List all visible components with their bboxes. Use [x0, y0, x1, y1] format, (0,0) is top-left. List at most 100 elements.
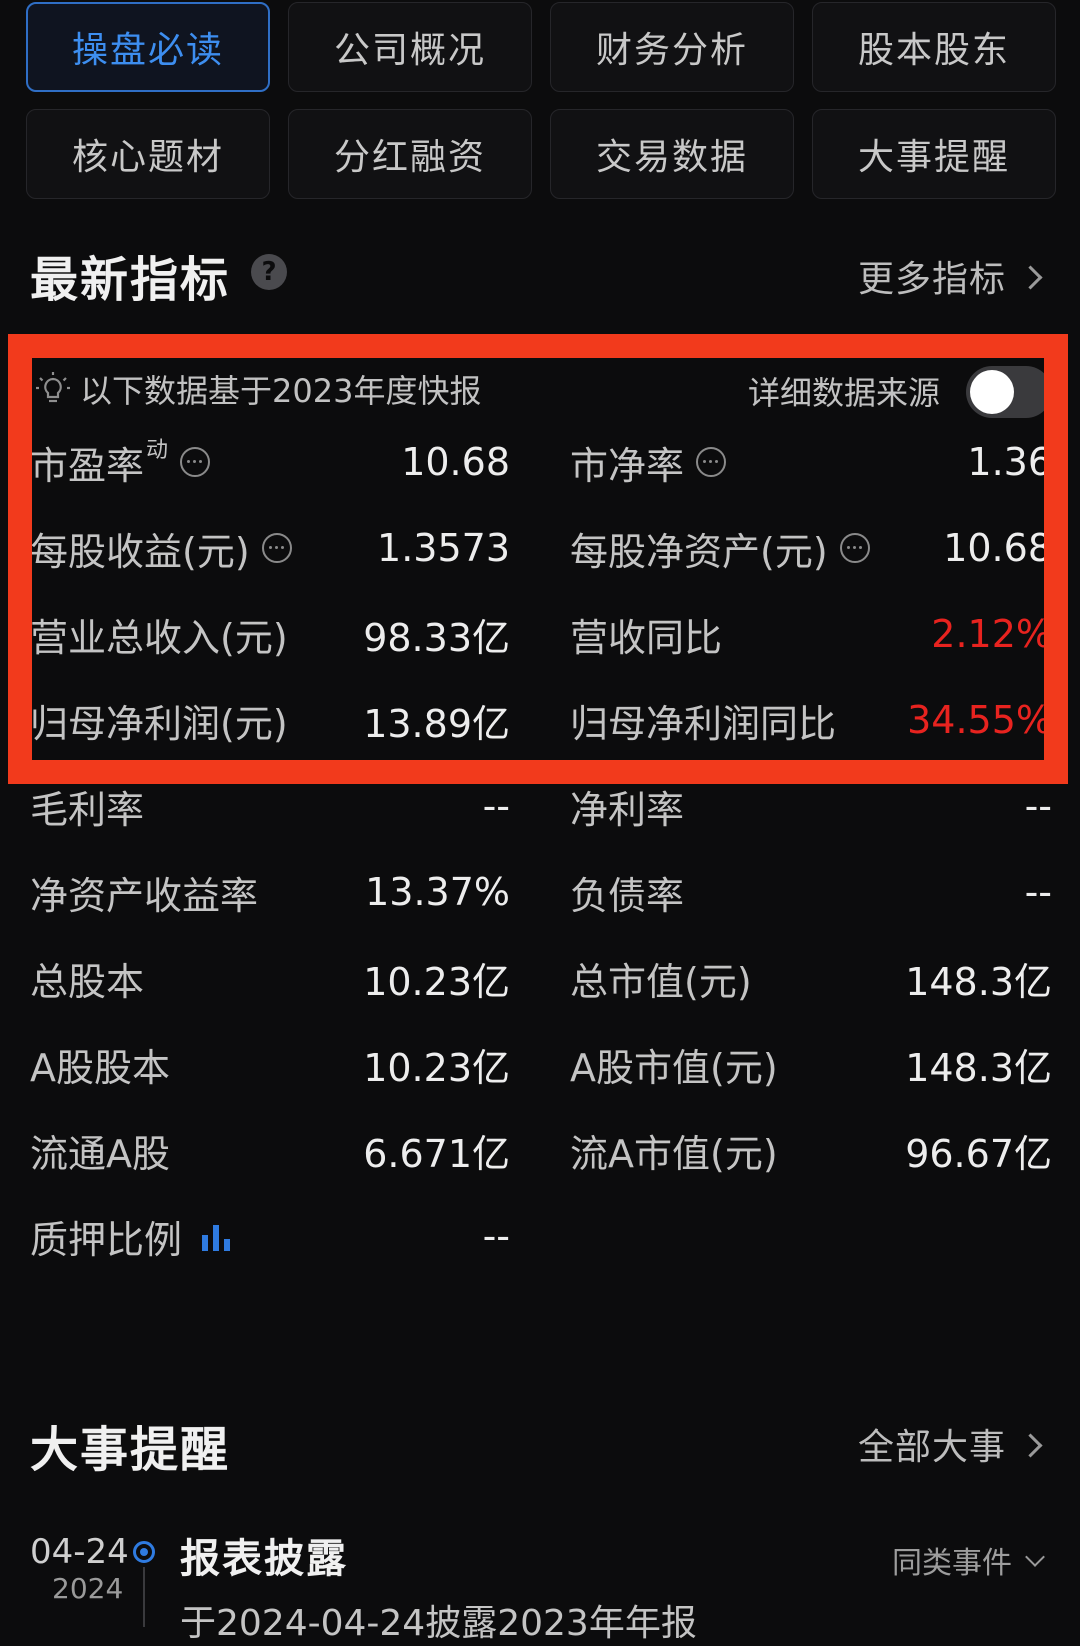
metric-value: 2.12% — [931, 612, 1052, 656]
tab-financial-analysis[interactable]: 财务分析 — [550, 2, 794, 92]
similar-events-button[interactable]: 同类事件 — [892, 1538, 1045, 1582]
timeline-dot-icon — [133, 1541, 155, 1563]
indicators-title: 最新指标 — [30, 252, 231, 308]
event-description: 于2024-04-24披露2023年年报 — [180, 1603, 697, 1644]
metric-value: -- — [482, 784, 510, 828]
data-source-toggle[interactable] — [966, 366, 1052, 418]
similar-events-label: 同类事件 — [892, 1546, 1012, 1581]
metric-label: A股市值(元) — [570, 1045, 778, 1090]
metric-label: 市盈率动 — [30, 435, 211, 490]
metric-pledge-ratio: 质押比例 -- — [30, 1206, 510, 1266]
metric-total-revenue: 营业总收入(元) 98.33亿 — [30, 604, 510, 664]
metric-value: 6.671亿 — [363, 1131, 510, 1176]
tab-dividend-financing[interactable]: 分红融资 — [288, 109, 532, 199]
metric-label-text: 市净率 — [570, 443, 685, 488]
more-indicators-label: 更多指标 — [858, 259, 1007, 300]
tab-shareholders[interactable]: 股本股东 — [812, 2, 1056, 92]
metric-value: -- — [1024, 870, 1052, 914]
metric-label: 每股净资产(元) — [570, 521, 870, 576]
metric-label: 营收同比 — [570, 615, 723, 660]
data-source-label: 详细数据来源 — [748, 374, 941, 412]
metric-label-text: 市盈率 — [30, 443, 145, 488]
metric-float-a-shares: 流通A股 6.671亿 — [30, 1120, 510, 1180]
tab-company-profile[interactable]: 公司概况 — [288, 2, 532, 92]
all-events-link[interactable]: 全部大事 — [858, 1418, 1043, 1470]
more-info-icon[interactable] — [839, 533, 870, 563]
metric-value: 1.3573 — [377, 526, 510, 570]
metric-value: 148.3亿 — [905, 959, 1052, 1004]
metric-label: 净利率 — [570, 787, 685, 832]
metric-label: 毛利率 — [30, 787, 145, 832]
metric-value: 1.36 — [967, 440, 1052, 484]
metric-label: 流通A股 — [30, 1131, 170, 1176]
metric-value: 10.68 — [943, 526, 1052, 570]
lightbulb-icon — [36, 372, 70, 403]
metric-label: 总市值(元) — [570, 959, 752, 1004]
metric-pe-ratio: 市盈率动 10.68 — [30, 432, 510, 492]
help-icon[interactable]: ? — [251, 254, 287, 290]
metric-net-profit-yoy: 归母净利润同比 34.55% — [570, 690, 1052, 750]
metric-gross-margin: 毛利率 -- — [30, 776, 510, 836]
metric-value: 96.67亿 — [905, 1131, 1052, 1176]
metric-pb-ratio: 市净率 1.36 — [570, 432, 1052, 492]
metric-bvps: 每股净资产(元) 10.68 — [570, 518, 1052, 578]
event-title[interactable]: 报表披露 — [180, 1526, 348, 1584]
metric-label-text: 质押比例 — [30, 1217, 183, 1262]
metric-value: -- — [482, 1214, 510, 1258]
metric-a-share-market-cap: A股市值(元) 148.3亿 — [570, 1034, 1052, 1094]
chevron-down-icon — [1025, 1546, 1045, 1567]
metric-float-market-cap: 流A市值(元) 96.67亿 — [570, 1120, 1052, 1180]
metric-label: 流A市值(元) — [570, 1131, 778, 1176]
metric-label: 市净率 — [570, 435, 727, 490]
metric-total-market-cap: 总市值(元) 148.3亿 — [570, 948, 1052, 1008]
notice-text: 以下数据基于2023年度快报 — [80, 372, 482, 410]
tab-trading-must-read[interactable]: 操盘必读 — [26, 2, 270, 92]
bar-chart-icon[interactable] — [200, 1221, 234, 1251]
metric-net-margin: 净利率 -- — [570, 776, 1052, 836]
toggle-knob — [970, 370, 1014, 414]
metric-value: 34.55% — [907, 698, 1052, 742]
more-info-icon[interactable] — [261, 533, 292, 563]
metric-eps: 每股收益(元) 1.3573 — [30, 518, 510, 578]
metric-value: 10.68 — [401, 440, 510, 484]
metric-value: 13.89亿 — [363, 701, 510, 746]
chevron-right-icon — [1018, 264, 1043, 290]
metric-value: 148.3亿 — [905, 1045, 1052, 1090]
event-date: 04-24 — [30, 1532, 129, 1572]
metric-revenue-yoy: 营收同比 2.12% — [570, 604, 1052, 664]
metric-roe: 净资产收益率 13.37% — [30, 862, 510, 922]
events-title: 大事提醒 — [30, 1422, 231, 1478]
metric-value: 10.23亿 — [363, 959, 510, 1004]
metric-label-sup: 动 — [146, 438, 169, 463]
metric-label: A股股本 — [30, 1045, 170, 1090]
chevron-right-icon — [1018, 1432, 1043, 1458]
metric-label-text: 每股收益(元) — [30, 529, 250, 574]
more-info-icon[interactable] — [696, 447, 727, 477]
metric-label: 营业总收入(元) — [30, 615, 288, 660]
tab-events[interactable]: 大事提醒 — [812, 109, 1056, 199]
metric-value: 13.37% — [365, 870, 510, 914]
metric-label: 归母净利润(元) — [30, 701, 288, 746]
metric-value: 10.23亿 — [363, 1045, 510, 1090]
metric-debt-ratio: 负债率 -- — [570, 862, 1052, 922]
metric-net-profit: 归母净利润(元) 13.89亿 — [30, 690, 510, 750]
timeline-line — [143, 1567, 145, 1627]
metric-label: 总股本 — [30, 959, 145, 1004]
metric-total-shares: 总股本 10.23亿 — [30, 948, 510, 1008]
data-notice: 以下数据基于2023年度快报 — [34, 366, 481, 412]
metric-label: 质押比例 — [30, 1209, 234, 1264]
metric-label-text: 每股净资产(元) — [570, 529, 828, 574]
metric-value: -- — [1024, 784, 1052, 828]
metric-label: 负债率 — [570, 873, 685, 918]
metric-label: 每股收益(元) — [30, 521, 292, 576]
metric-value: 98.33亿 — [363, 615, 510, 660]
metric-label: 净资产收益率 — [30, 873, 259, 918]
more-indicators-link[interactable]: 更多指标 — [858, 250, 1043, 302]
more-info-icon[interactable] — [180, 447, 211, 477]
metric-a-shares: A股股本 10.23亿 — [30, 1034, 510, 1094]
tab-trading-data[interactable]: 交易数据 — [550, 109, 794, 199]
tab-core-themes[interactable]: 核心题材 — [26, 109, 270, 199]
metric-label: 归母净利润同比 — [570, 701, 837, 746]
all-events-label: 全部大事 — [858, 1427, 1007, 1468]
event-year: 2024 — [52, 1572, 124, 1605]
